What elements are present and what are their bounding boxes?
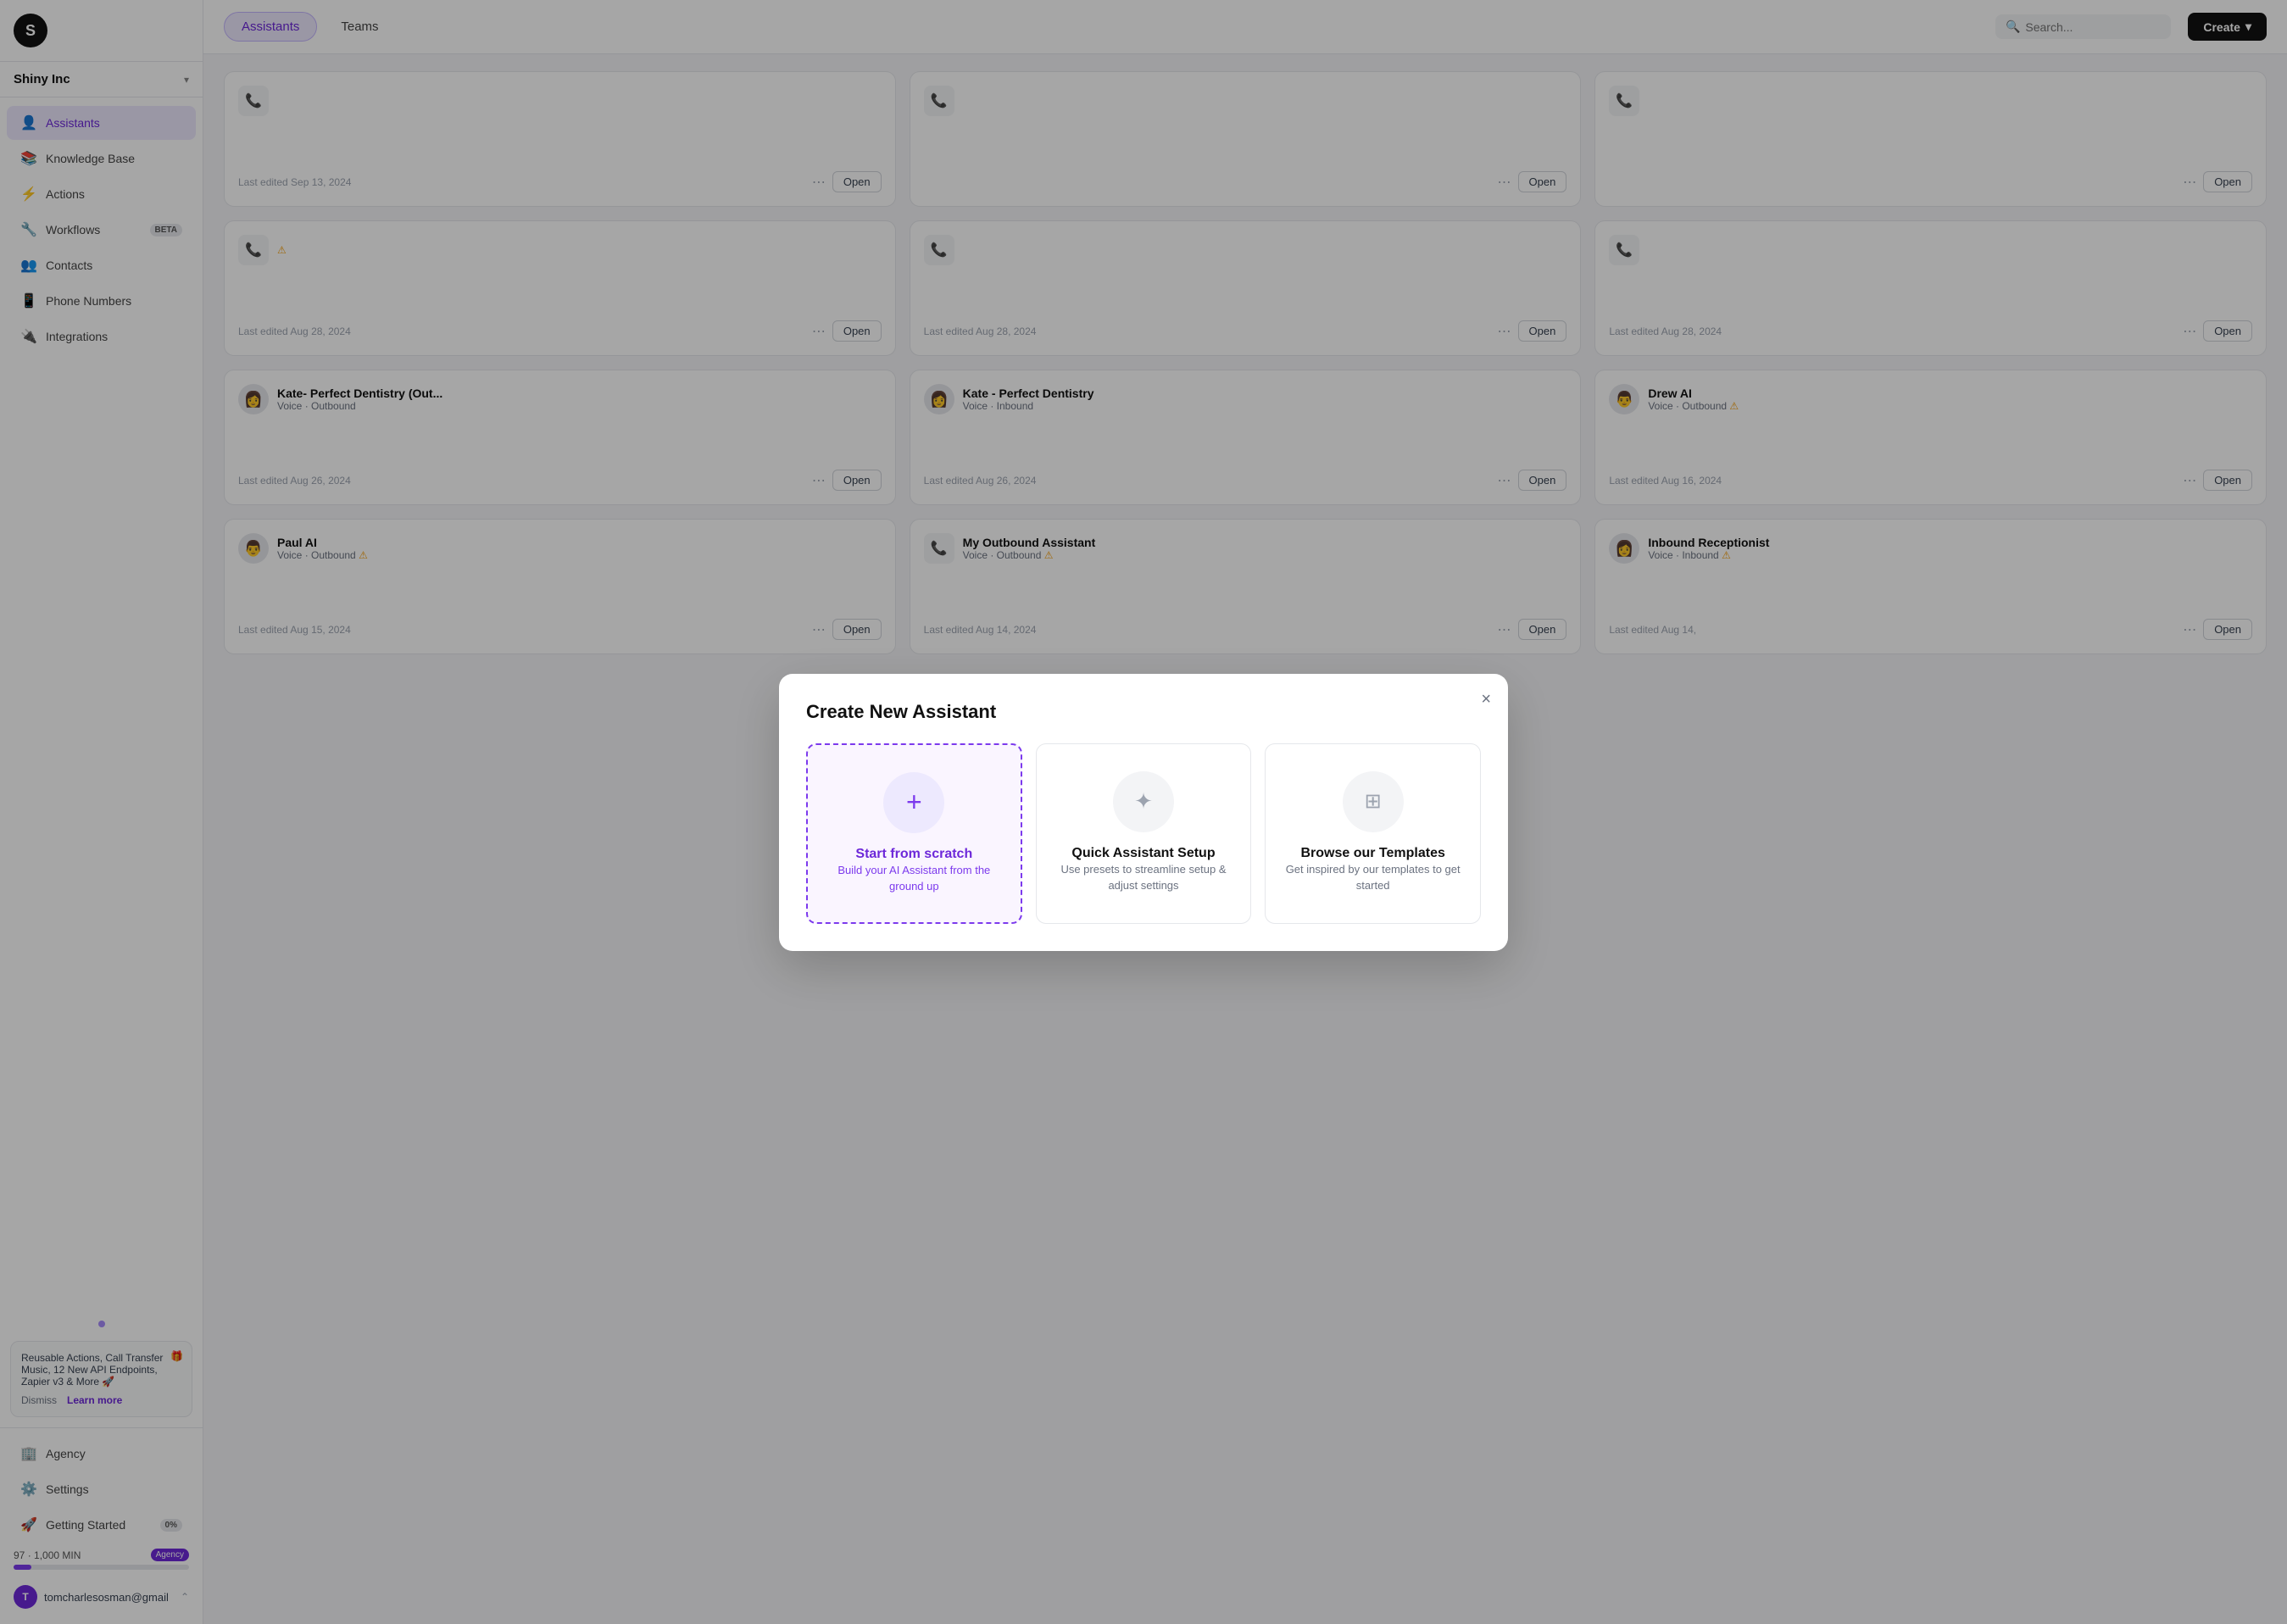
modal-options: + Start from scratch Build your AI Assis… bbox=[806, 743, 1481, 924]
create-assistant-modal: Create New Assistant × + Start from scra… bbox=[779, 674, 1508, 951]
modal-option-title: Start from scratch bbox=[825, 847, 1004, 862]
modal-close-button[interactable]: × bbox=[1481, 691, 1491, 708]
modal-option-desc: Use presets to streamline setup & adjust… bbox=[1054, 861, 1234, 894]
modal-option-templates[interactable]: ⊞ Browse our Templates Get inspired by o… bbox=[1265, 743, 1481, 924]
modal-option-title: Quick Assistant Setup bbox=[1054, 846, 1234, 861]
modal-title: Create New Assistant bbox=[806, 701, 1481, 723]
scratch-icon: + bbox=[883, 772, 944, 833]
modal-option-scratch[interactable]: + Start from scratch Build your AI Assis… bbox=[806, 743, 1022, 924]
quick-setup-icon: ✦ bbox=[1113, 771, 1174, 832]
templates-icon: ⊞ bbox=[1343, 771, 1404, 832]
modal-option-title: Browse our Templates bbox=[1283, 846, 1463, 861]
modal-option-desc: Build your AI Assistant from the ground … bbox=[825, 862, 1004, 895]
modal-option-desc: Get inspired by our templates to get sta… bbox=[1283, 861, 1463, 894]
modal-option-quick[interactable]: ✦ Quick Assistant Setup Use presets to s… bbox=[1036, 743, 1252, 924]
modal-overlay[interactable]: Create New Assistant × + Start from scra… bbox=[0, 0, 2287, 1624]
